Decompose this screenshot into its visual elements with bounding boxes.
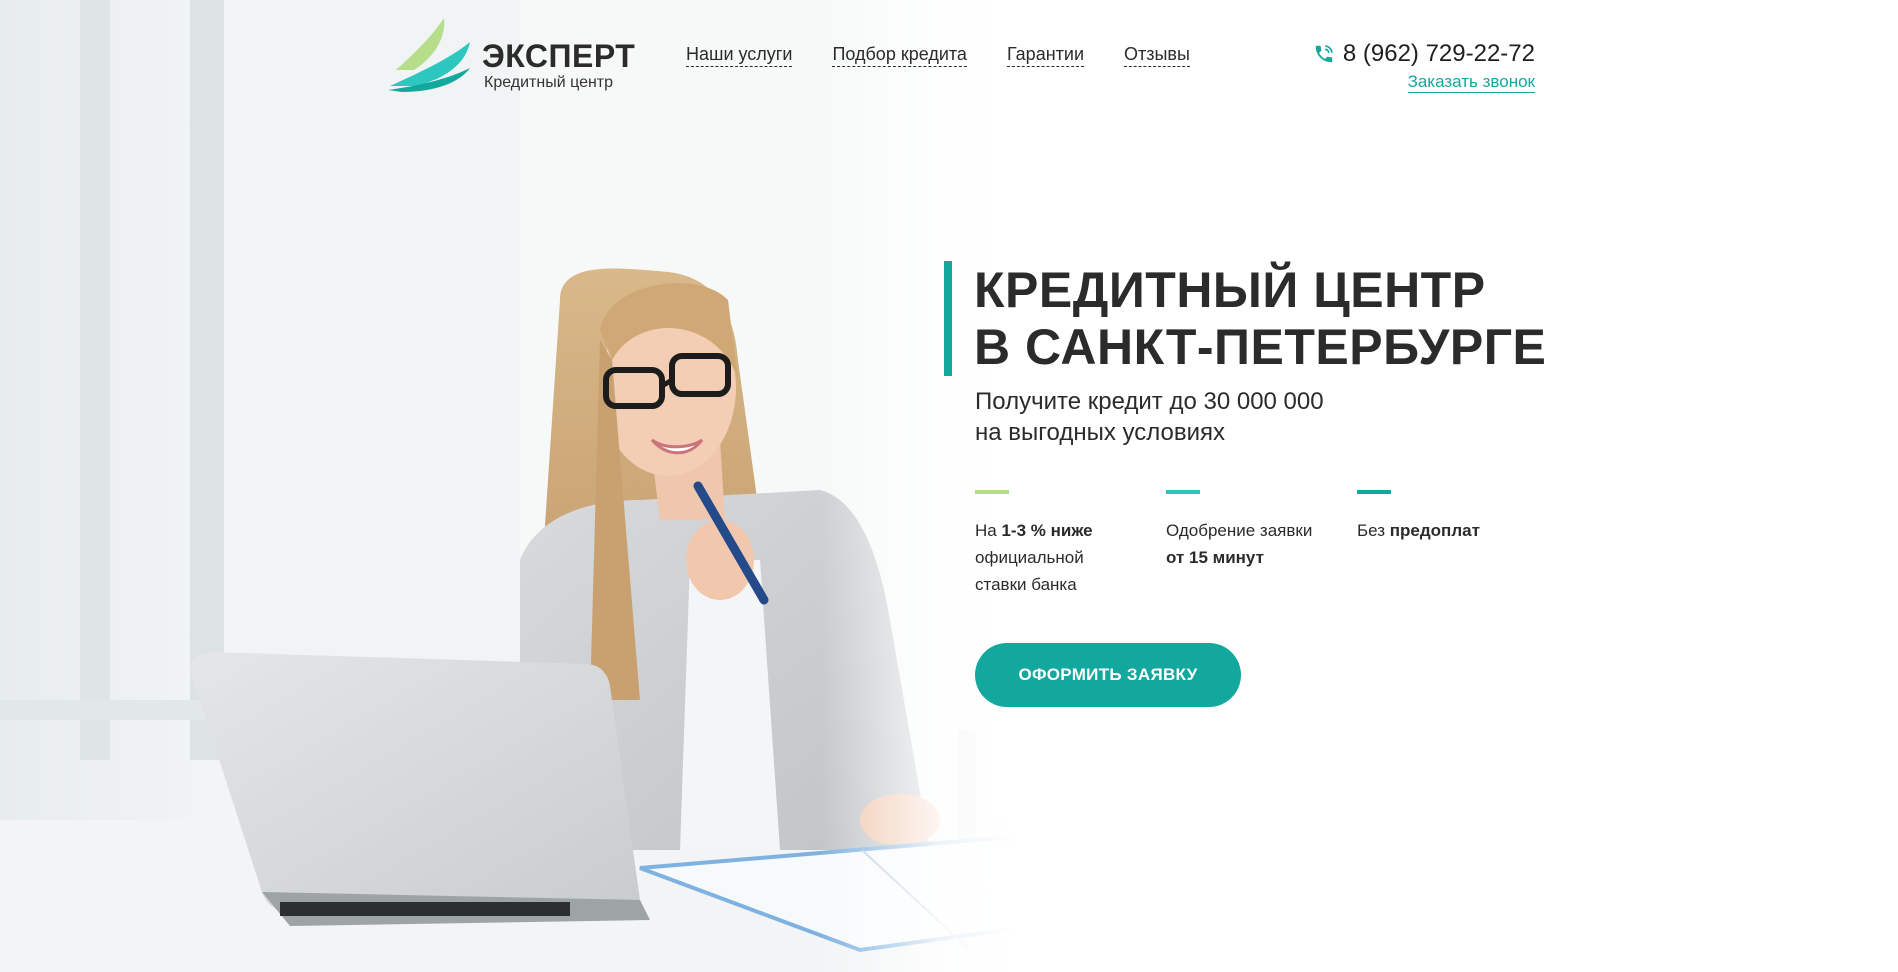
- logo[interactable]: ЭКСПЕРТ Кредитный центр: [386, 16, 636, 92]
- hero-subtitle-line-1: Получите кредит до 30 000 000: [975, 388, 1324, 415]
- feature-approval: Одобрение заявки от 15 минут: [1166, 490, 1346, 571]
- apply-button[interactable]: ОФОРМИТЬ ЗАЯВКУ: [975, 643, 1241, 707]
- logo-title: ЭКСПЕРТ: [482, 38, 636, 74]
- nav-link-credit-selection[interactable]: Подбор кредита: [832, 44, 967, 67]
- photo-fade-overlay: [0, 0, 1898, 972]
- feature-text-part: официальной: [975, 548, 1084, 567]
- feature-text-part: ставки банка: [975, 575, 1077, 594]
- nav-link-guarantees[interactable]: Гарантии: [1006, 44, 1084, 67]
- feature-accent-line: [1357, 490, 1391, 494]
- page: ЭКСПЕРТ Кредитный центр Наши услуги Подб…: [0, 0, 1898, 972]
- feature-text-part: Без: [1357, 521, 1390, 540]
- feature-text: На 1-3 % ниже официальной ставки банка: [975, 517, 1155, 598]
- feature-text: Одобрение заявки от 15 минут: [1166, 517, 1346, 571]
- feature-text-bold: 1-3 % ниже: [1001, 521, 1093, 540]
- feature-accent-line: [975, 490, 1009, 494]
- nav-link-services[interactable]: Наши услуги: [686, 44, 793, 67]
- main-nav: Наши услуги Подбор кредита Гарантии Отзы…: [686, 44, 1190, 67]
- page-title-line-1: КРЕДИТНЫЙ ЦЕНТР: [974, 262, 1486, 318]
- site-header: ЭКСПЕРТ Кредитный центр Наши услуги Подб…: [0, 0, 1898, 110]
- phone-icon: [1315, 45, 1333, 63]
- feature-text: Без предоплат: [1357, 517, 1537, 544]
- contact-block: 8 (962) 729-22-72 Заказать звонок: [1313, 40, 1535, 93]
- page-title-line-2: В САНКТ-ПЕТЕРБУРГЕ: [974, 319, 1547, 375]
- page-title: КРЕДИТНЫЙ ЦЕНТР В САНКТ-ПЕТЕРБУРГЕ: [974, 262, 1546, 376]
- phone-row: 8 (962) 729-22-72: [1313, 40, 1535, 68]
- feature-rate: На 1-3 % ниже официальной ставки банка: [975, 490, 1155, 598]
- hero-subtitle: Получите кредит до 30 000 000 на выгодны…: [975, 386, 1324, 448]
- feature-accent-line: [1166, 490, 1200, 494]
- logo-subtitle: Кредитный центр: [484, 74, 614, 91]
- nav-link-reviews[interactable]: Отзывы: [1124, 44, 1190, 67]
- feature-text-bold: от 15 минут: [1166, 548, 1264, 567]
- callback-link[interactable]: Заказать звонок: [1407, 72, 1535, 93]
- phone-number[interactable]: 8 (962) 729-22-72: [1343, 40, 1535, 68]
- hero-subtitle-line-2: на выгодных условиях: [975, 419, 1225, 446]
- feature-text-part: Одобрение заявки: [1166, 521, 1313, 540]
- feature-no-prepayment: Без предоплат: [1357, 490, 1537, 544]
- features-list: На 1-3 % ниже официальной ставки банка О…: [975, 490, 1535, 600]
- feature-text-bold: предоплат: [1389, 521, 1480, 540]
- wing-logo-icon: [388, 18, 470, 92]
- feature-text-part: На: [975, 521, 1002, 540]
- title-accent-bar: [944, 261, 952, 376]
